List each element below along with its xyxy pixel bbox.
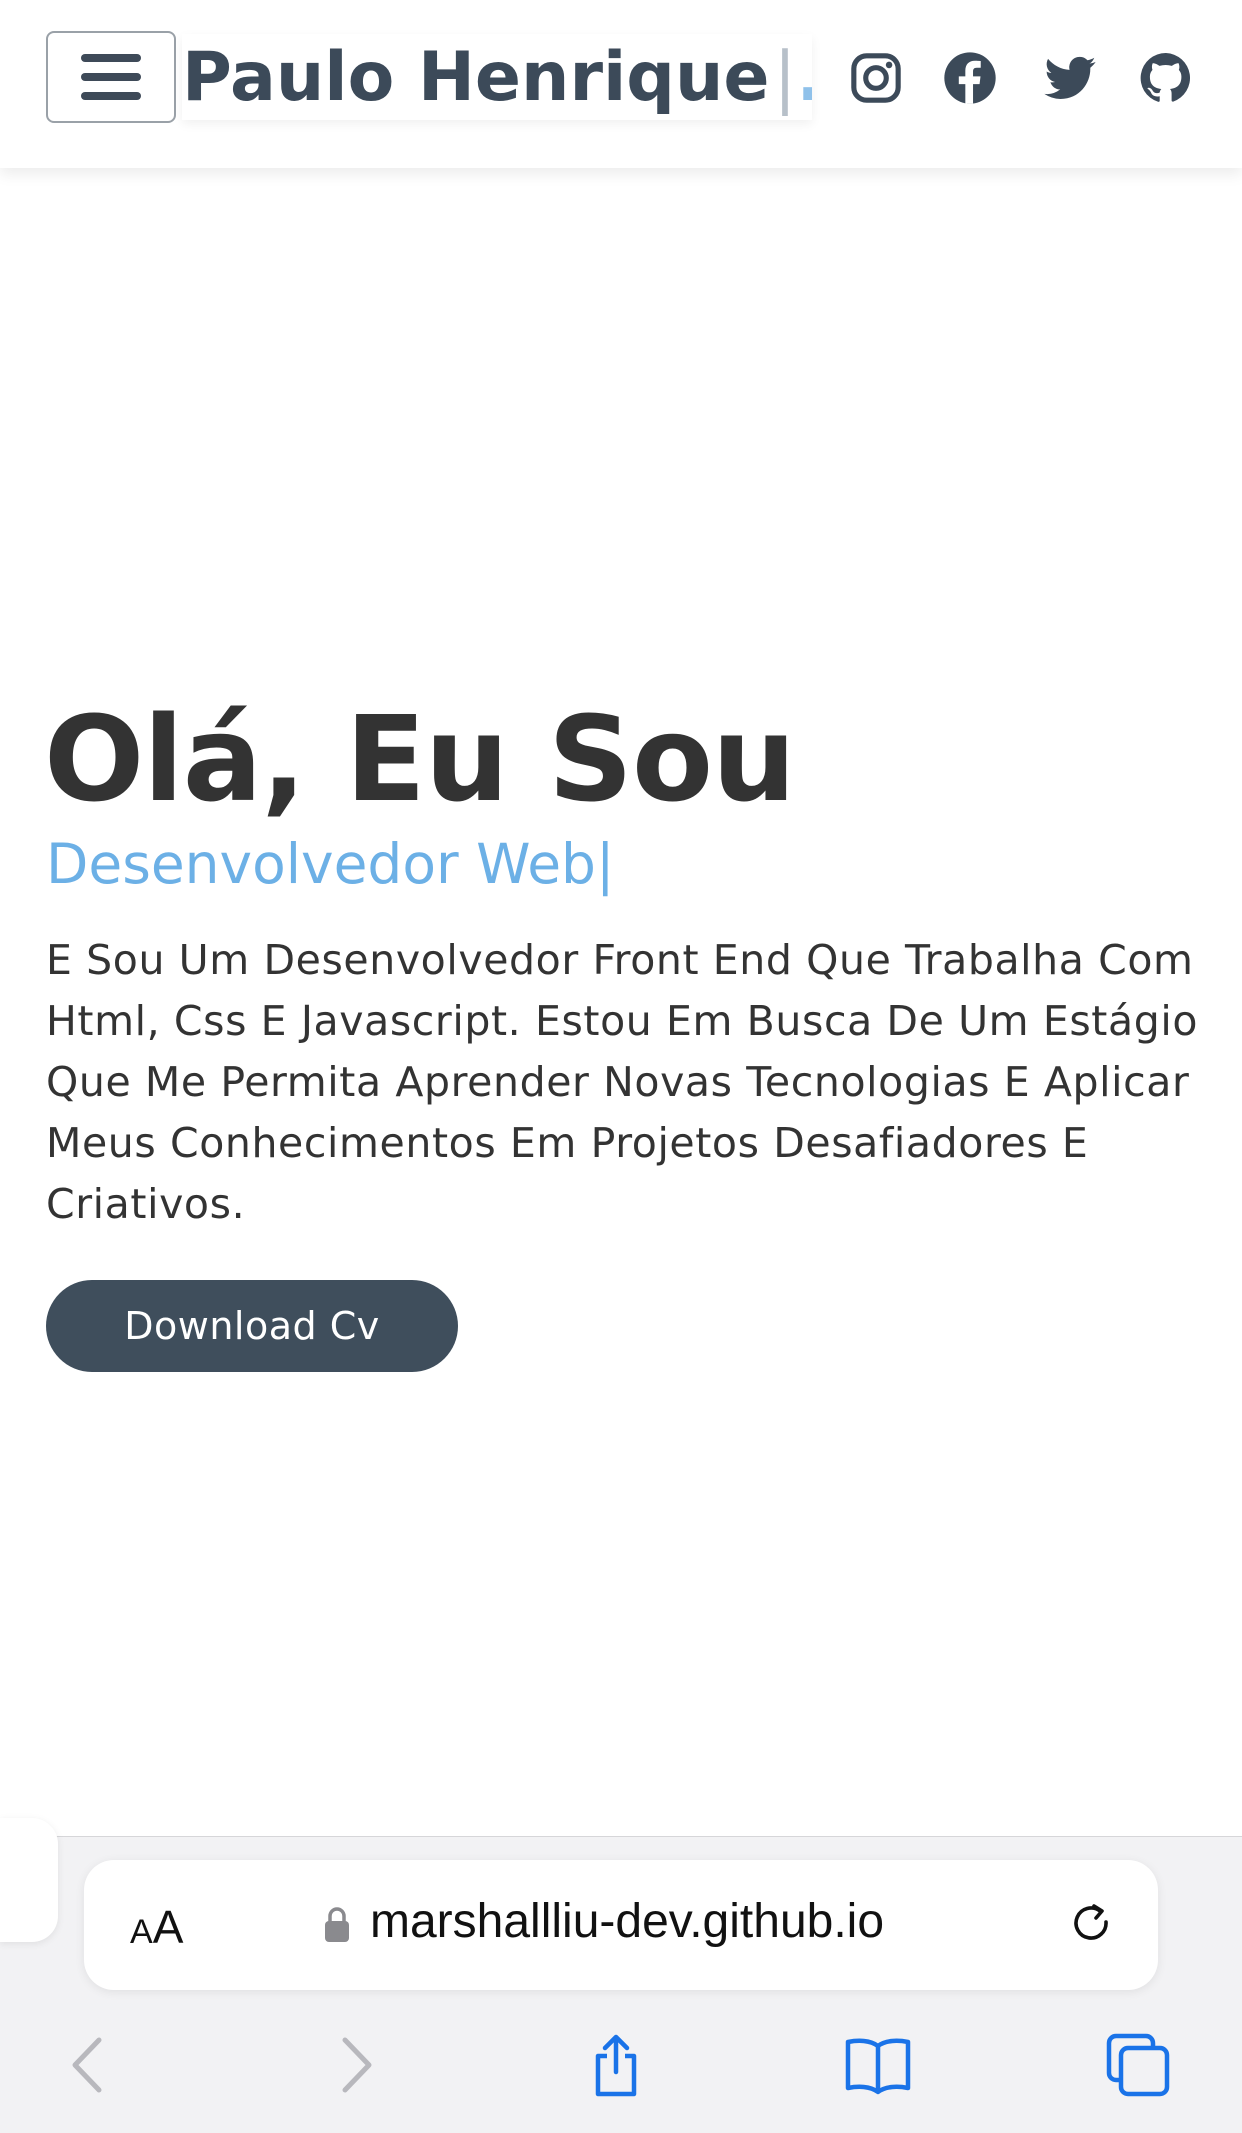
twitter-icon (1044, 56, 1096, 99)
share-button[interactable] (578, 2030, 654, 2100)
chevron-left-icon (72, 2037, 102, 2093)
back-button[interactable] (50, 2030, 126, 2100)
hero-description: E Sou Um Desenvolvedor Front End Que Tra… (46, 936, 1199, 1228)
tabs-button[interactable] (1100, 2030, 1176, 2100)
bookmarks-button[interactable] (840, 2030, 916, 2100)
menu-toggle-button[interactable] (46, 31, 176, 123)
book-icon (845, 2038, 911, 2095)
reader-settings-button[interactable]: AA (130, 1900, 183, 1954)
hamburger-icon (81, 54, 141, 100)
instagram-link[interactable] (846, 48, 906, 108)
brand-cursor: | (773, 37, 797, 117)
twitter-link[interactable] (1040, 48, 1100, 108)
facebook-icon (944, 52, 996, 104)
lock-icon (325, 1907, 349, 1942)
brand-name: Paulo Henrique (182, 37, 770, 117)
previous-tab-card[interactable] (0, 1818, 58, 1942)
facebook-link[interactable] (940, 48, 1000, 108)
chevron-right-icon (342, 2037, 372, 2093)
share-icon (595, 2034, 637, 2097)
instagram-icon (851, 53, 901, 103)
brand-logo[interactable]: Paulo Henrique|. (182, 34, 812, 120)
github-icon (1140, 53, 1191, 102)
tabs-icon (1106, 2033, 1170, 2097)
hero-subtitle: Desenvolvedor Web| (46, 832, 615, 896)
site-header: Paulo Henrique|. (0, 0, 1242, 168)
download-cv-button[interactable]: Download Cv (46, 1280, 458, 1372)
url-text[interactable]: marshallliu-dev.github.io (370, 1894, 884, 1949)
brand-dot: . (796, 38, 812, 117)
reload-icon[interactable] (1066, 1900, 1118, 1952)
forward-button[interactable] (318, 2030, 394, 2100)
github-link[interactable] (1136, 48, 1196, 108)
hero-title: Olá, Eu Sou (44, 690, 796, 828)
